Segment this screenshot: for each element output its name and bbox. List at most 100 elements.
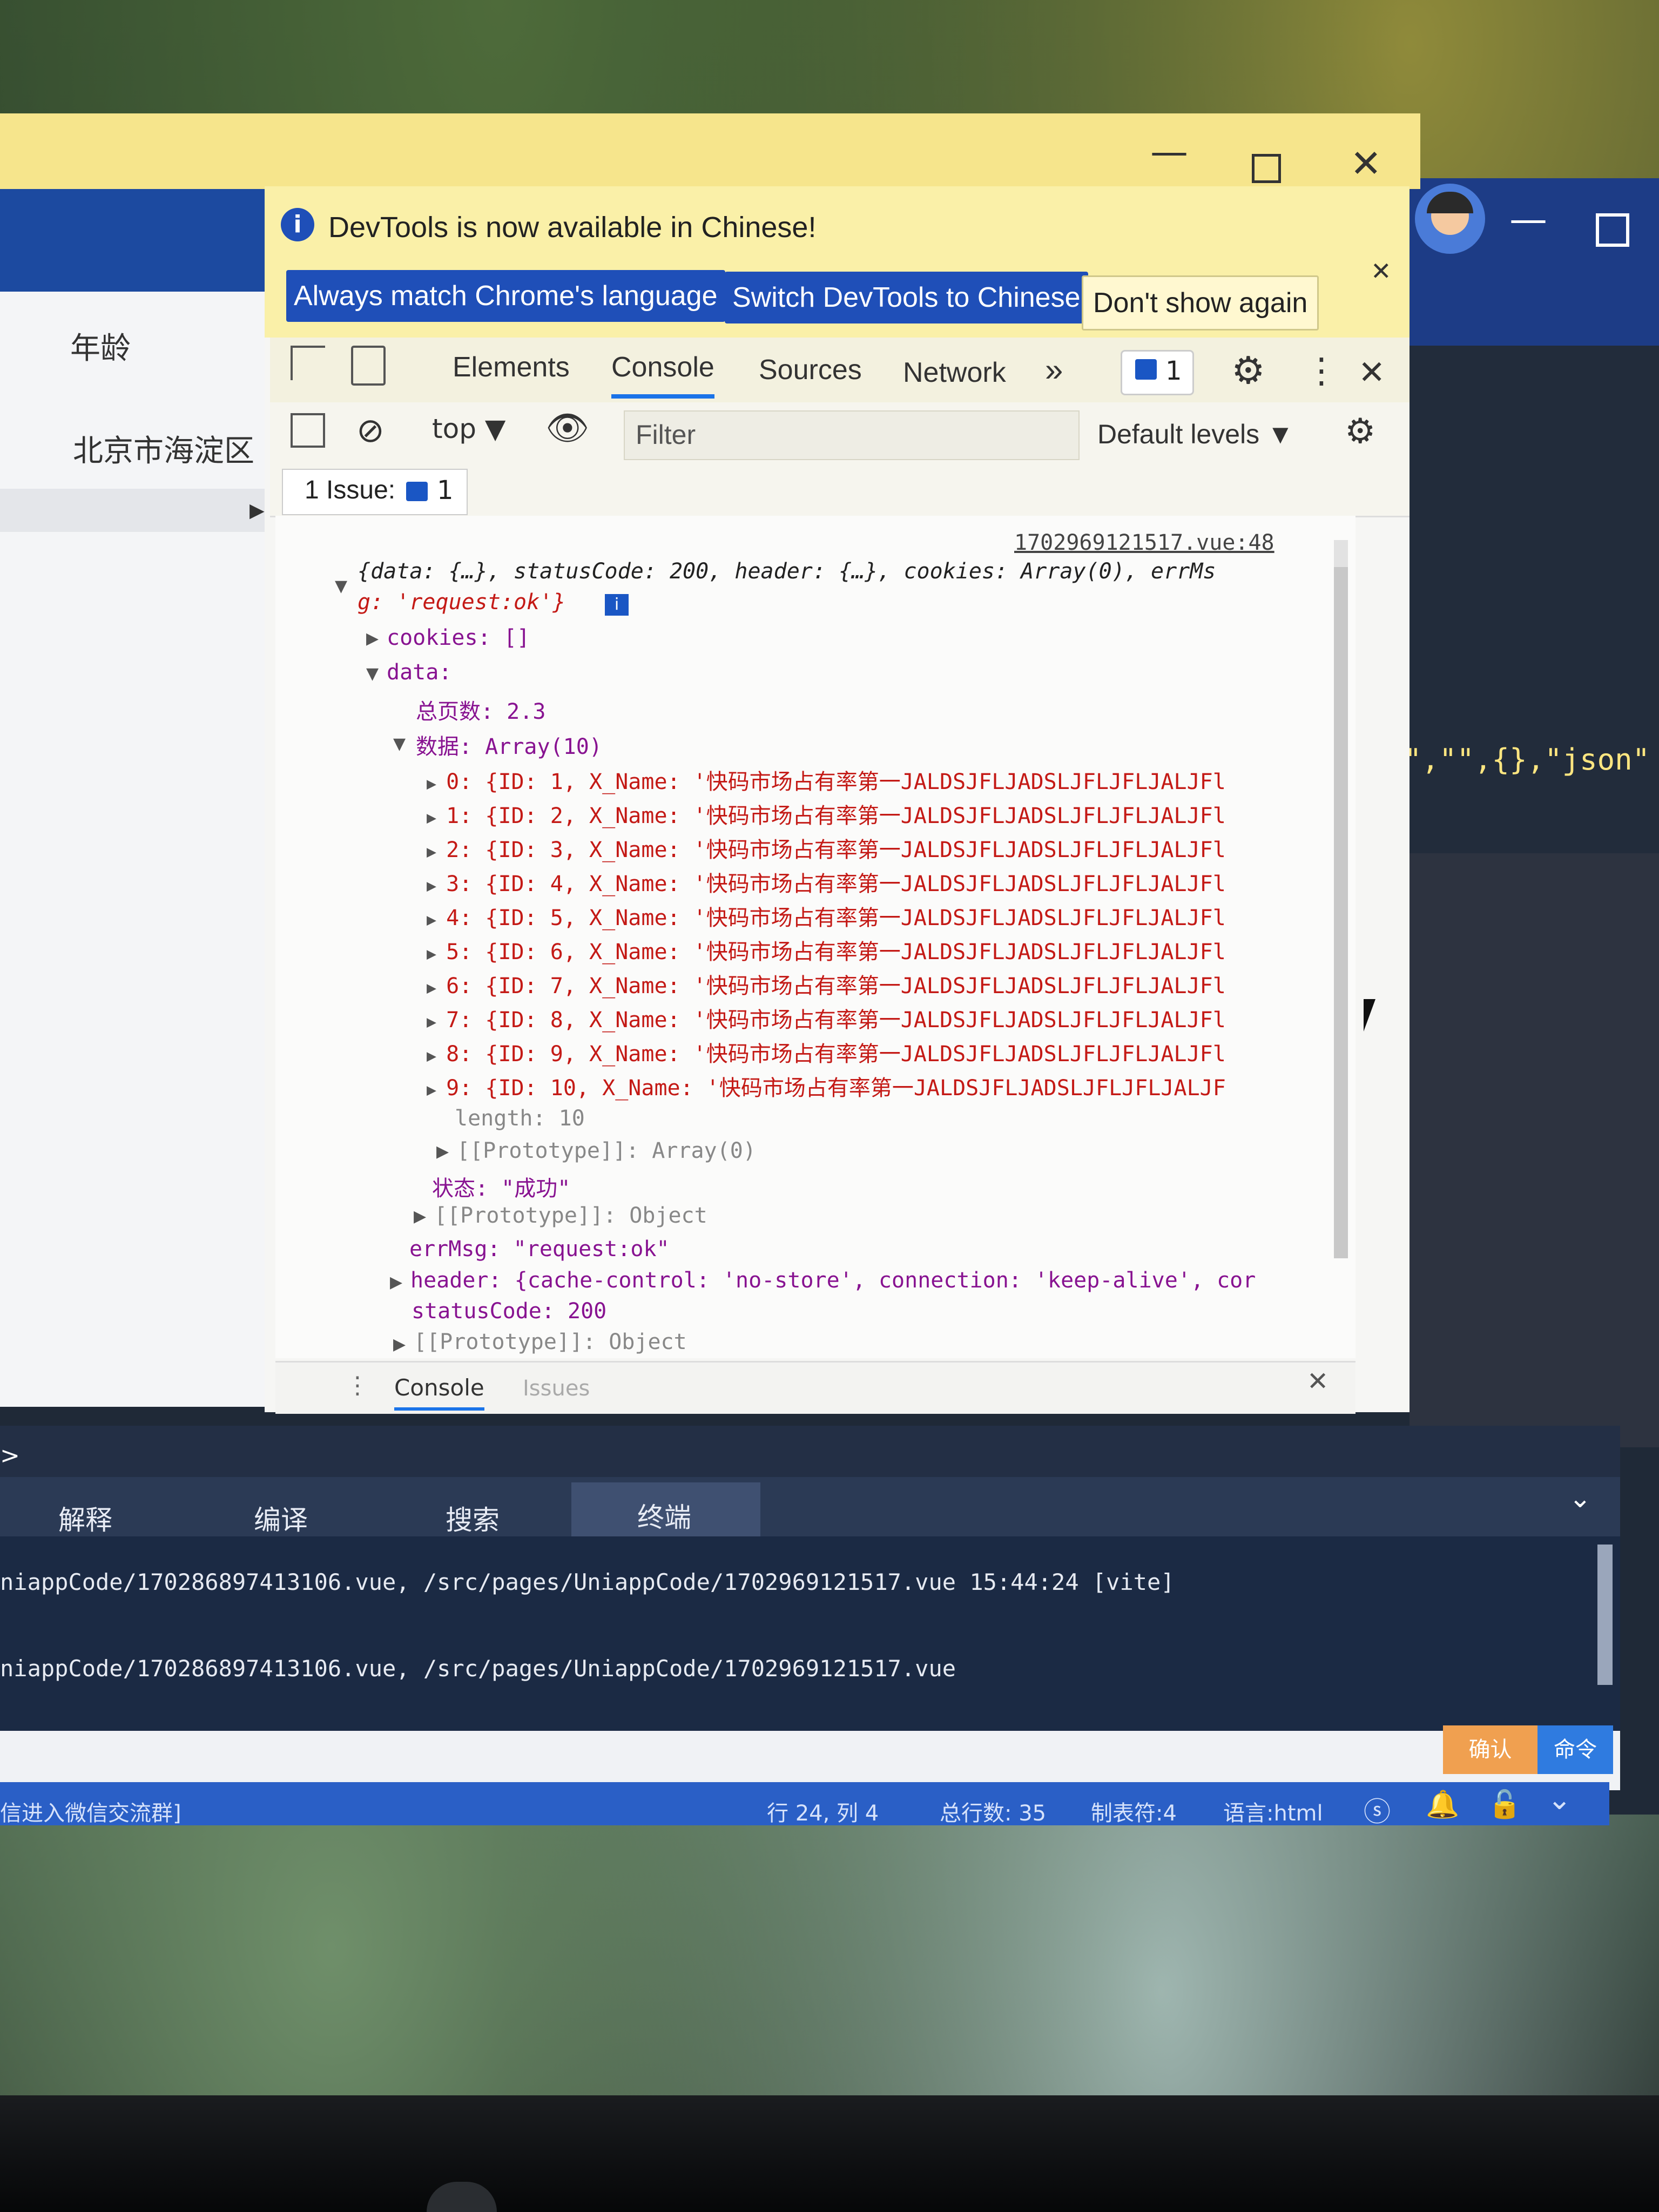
status-property: 状态: "成功" [432,1176,571,1201]
editor-code-area[interactable] [1410,346,1659,853]
scrollbar-thumb[interactable] [1334,567,1348,1258]
list-item[interactable]: ▶ 5: {ID: 6, X_Name: '快码市场占有率第一JALDSJFLJ… [427,934,1226,968]
expand-triangle-icon[interactable]: ▶ [393,1335,406,1354]
drawer-close-icon[interactable]: ✕ [1307,1366,1328,1397]
window-close-icon[interactable]: ✕ [1350,141,1382,186]
clear-console-icon[interactable]: ⊘ [356,410,385,450]
tab-explain[interactable]: 解释 [58,1499,112,1537]
tab-network[interactable]: Network [903,356,1006,389]
kebab-menu-icon[interactable]: ⋮ [1304,351,1339,391]
log-summary-line2[interactable]: g: 'request:ok'} [358,590,565,615]
terminal-line: niappCode/170286897413106.vue, /src/page… [0,1655,956,1682]
window-minimize-icon[interactable]: — [1150,130,1188,174]
live-expression-eye-icon[interactable]: 👁 [545,408,589,448]
terminal-line: niappCode/170286897413106.vue, /src/page… [0,1569,1175,1595]
prototype-object-inner[interactable]: [[Prototype]]: Object [434,1203,707,1228]
tab-elements[interactable]: Elements [453,351,570,383]
filter-input[interactable]: Filter [624,410,1080,460]
drawer-menu-icon[interactable]: ⋮ [346,1372,369,1399]
status-code-property: statusCode: 200 [412,1299,607,1324]
caret-down-icon: ▼ [1267,419,1294,449]
list-item[interactable]: ▶ 6: {ID: 7, X_Name: '快码市场占有率第一JALDSJFLJ… [427,968,1226,1002]
expand-arrow-icon[interactable]: ▶ [249,500,265,522]
issues-label: 1 Issue: [305,476,396,504]
list-item[interactable]: ▶ 0: {ID: 1, X_Name: '快码市场占有率第一JALDSJFLJ… [427,764,1226,798]
list-item[interactable]: ▶ 8: {ID: 9, X_Name: '快码市场占有率第一JALDSJFLJ… [427,1036,1226,1070]
console-settings-gear-icon[interactable]: ⚙ [1345,412,1375,451]
command-button[interactable]: 命令 [1537,1725,1613,1774]
log-summary-line1[interactable]: {data: {…}, statusCode: 200, header: {…}… [358,559,1216,584]
statusbar-wechat-link[interactable]: 信进入微信交流群] [0,1796,181,1827]
drawer-tab-issues[interactable]: Issues [523,1376,590,1401]
expand-triangle-icon[interactable]: ▶ [366,629,379,648]
header-property[interactable]: header: {cache-control: 'no-store', conn… [410,1268,1256,1293]
tab-search[interactable]: 搜索 [446,1499,500,1537]
list-item[interactable]: ▶ 4: {ID: 5, X_Name: '快码市场占有率第一JALDSJFLJ… [427,900,1226,934]
terminal-scrollbar[interactable] [1597,1545,1613,1685]
dont-show-again-button[interactable]: Don't show again [1082,275,1319,331]
preview-header [0,186,270,292]
cursor-position[interactable]: 行 24, 列 4 [767,1796,879,1827]
preview-pane [0,186,270,1407]
infobar-close-icon[interactable]: ✕ [1371,257,1392,286]
command-input[interactable] [0,1731,1620,1790]
unlock-icon[interactable]: 🔓 [1488,1789,1521,1820]
context-selector[interactable]: top ▼ [432,413,505,444]
expand-triangle-icon[interactable]: ▶ [436,1142,449,1161]
issues-link[interactable]: 1 Issue: 1 [282,469,468,515]
source-link[interactable]: 1702969121517.vue:48 [1014,530,1274,555]
devtools-close-icon[interactable]: ✕ [1358,354,1385,392]
drawer-tab-console[interactable]: Console [394,1374,484,1411]
total-lines: 总行数: 35 [940,1801,1047,1826]
tab-terminal[interactable]: 终端 [637,1496,691,1535]
info-icon: i [281,208,314,241]
avatar[interactable] [1415,184,1485,254]
devtools-window-titlebar[interactable] [0,113,1420,189]
chevron-down-icon[interactable]: ⌄ [1569,1482,1591,1514]
confirm-button[interactable]: 确认 [1443,1725,1537,1774]
device-toolbar-icon[interactable] [351,346,386,386]
list-item[interactable]: ▶ 3: {ID: 4, X_Name: '快码市场占有率第一JALDSJFLJ… [427,866,1226,900]
collapse-triangle-icon[interactable]: ▼ [366,664,379,683]
tab-console[interactable]: Console [611,351,714,399]
language-mode[interactable]: 语言:html [1223,1796,1323,1827]
cookies-property[interactable]: cookies: [] [387,625,530,650]
collapse-triangle-icon[interactable]: ▼ [393,734,406,753]
length-property: length: 10 [455,1106,585,1131]
window-maximize-icon[interactable] [1252,154,1281,183]
log-levels-dropdown[interactable]: Default levels ▼ [1097,419,1294,450]
errmsg-property: errMsg: "request:ok" [409,1237,670,1262]
preview-table-row [0,489,270,532]
settings-gear-icon[interactable]: ⚙ [1231,348,1265,393]
bell-icon[interactable]: 🔔 [1426,1789,1459,1820]
editor-minimize-icon[interactable]: — [1509,197,1547,241]
collapse-triangle-icon[interactable]: ▼ [335,577,347,596]
rows-list: ▶ 0: {ID: 1, X_Name: '快码市场占有率第一JALDSJFLJ… [427,764,1226,1104]
tab-compile[interactable]: 编译 [254,1499,308,1537]
expand-triangle-icon[interactable]: ▶ [390,1273,402,1292]
expand-triangle-icon[interactable]: ▶ [414,1207,426,1226]
list-item[interactable]: ▶ 1: {ID: 2, X_Name: '快码市场占有率第一JALDSJFLJ… [427,798,1226,832]
issues-counter-button[interactable]: 1 [1121,350,1194,395]
info-badge-icon[interactable]: i [605,594,629,616]
more-tabs-icon[interactable]: » [1045,351,1063,388]
sync-icon[interactable]: ⓢ [1364,1790,1391,1829]
tab-sources[interactable]: Sources [759,354,862,386]
list-item[interactable]: ▶ 7: {ID: 8, X_Name: '快码市场占有率第一JALDSJFLJ… [427,1002,1226,1036]
prototype-array[interactable]: [[Prototype]]: Array(0) [457,1138,756,1163]
terminal-output[interactable] [0,1536,1620,1742]
chevron-down-icon[interactable]: ⌄ [1547,1782,1572,1816]
switch-to-chinese-button[interactable]: Switch DevTools to Chinese [725,272,1088,323]
inspect-element-icon[interactable] [291,346,325,380]
editor-maximize-icon[interactable] [1596,213,1629,247]
sidebar-toggle-icon[interactable] [291,413,325,448]
rows-property[interactable]: 数据: Array(10) [416,729,602,760]
tab-size[interactable]: 制表符:4 [1091,1796,1177,1827]
list-item[interactable]: ▶ 2: {ID: 3, X_Name: '快码市场占有率第一JALDSJFLJ… [427,832,1226,866]
always-match-language-button[interactable]: Always match Chrome's language [286,270,725,322]
data-property[interactable]: data: [387,660,451,685]
total-pages-property: 总页数: 2.3 [416,699,546,724]
list-item[interactable]: ▶ 9: {ID: 10, X_Name: '快码市场占有率第一JALDSJFL… [427,1070,1226,1104]
prototype-object-outer[interactable]: [[Prototype]]: Object [414,1330,687,1354]
issues-counter-label: 1 [1165,356,1182,386]
